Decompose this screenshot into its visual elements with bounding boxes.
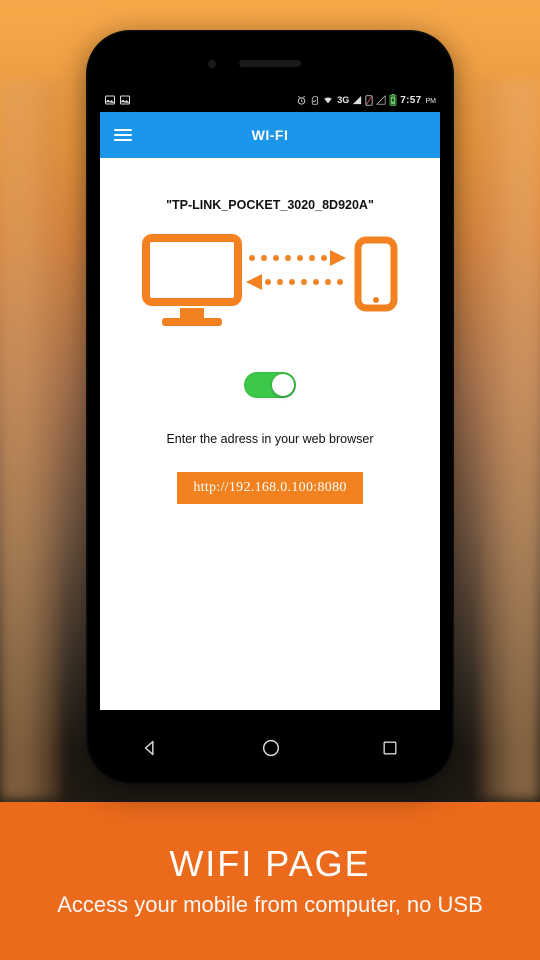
promo-title: WIFI PAGE [169,843,370,885]
android-status-bar: 3G 7:57 PM [100,88,440,112]
transfer-icon [140,230,400,340]
menu-button[interactable] [114,129,132,141]
status-time-suffix: PM [426,98,437,105]
app-bar: WI-FI [100,112,440,158]
recents-button[interactable] [380,738,400,763]
content-area: "TP-LINK_POCKET_3020_8D920A" [100,158,440,710]
phone-frame: 3G 7:57 PM WI-FI [86,30,454,784]
android-nav-bar [140,737,400,764]
battery-icon [389,94,397,106]
app-bar-title: WI-FI [252,127,289,143]
promo-footer: WIFI PAGE Access your mobile from comput… [0,802,540,960]
phone-sensor [208,60,216,68]
image-icon [104,94,116,106]
phone-earpiece [239,60,301,67]
image-icon [119,94,131,106]
no-sim-icon [365,95,373,106]
wifi-icon [322,95,334,105]
promo-subtitle: Access your mobile from computer, no USB [57,891,483,919]
signal-icon [352,95,362,105]
home-button[interactable] [260,737,282,764]
phone-screen: 3G 7:57 PM WI-FI [100,88,440,710]
wifi-toggle[interactable] [244,372,296,398]
wifi-network-name: "TP-LINK_POCKET_3020_8D920A" [166,198,374,212]
instruction-text: Enter the adress in your web browser [166,432,373,446]
signal-empty-icon [376,95,386,105]
sim-icon [310,95,319,106]
alarm-icon [296,95,307,106]
status-time: 7:57 [400,95,421,106]
toggle-knob [272,374,294,396]
network-type: 3G [337,95,349,105]
server-url[interactable]: http://192.168.0.100:8080 [177,472,362,504]
back-button[interactable] [140,737,162,764]
